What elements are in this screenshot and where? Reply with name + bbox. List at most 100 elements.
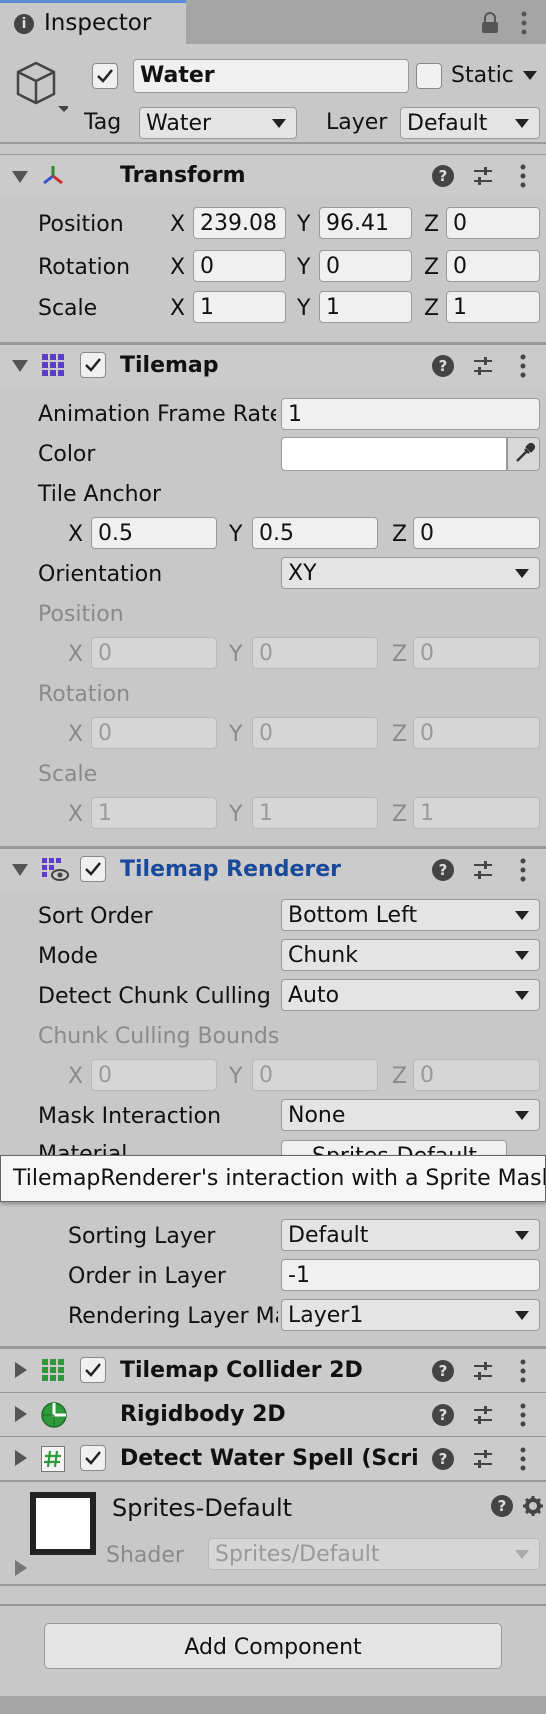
axis-z-label[interactable]: Z	[424, 257, 439, 279]
position-y-field[interactable]: 96.41	[319, 207, 412, 239]
material-thumbnail[interactable]	[30, 1492, 96, 1555]
axis-y-label[interactable]: Y	[297, 214, 310, 236]
component-menu-icon[interactable]	[519, 857, 527, 883]
renderer-enabled-checkbox[interactable]	[80, 856, 106, 882]
bounds-z-field: 0	[413, 1059, 540, 1091]
rotation-z-field[interactable]: 0	[446, 250, 540, 282]
tile-anchor-x-field[interactable]: 0.5	[91, 517, 217, 549]
scale-x-field[interactable]: 1	[193, 291, 286, 323]
axis-x-label[interactable]: X	[170, 298, 185, 320]
help-icon[interactable]: ?	[432, 859, 454, 881]
divider	[0, 1584, 546, 1586]
presets-icon[interactable]	[472, 859, 494, 881]
axis-x-label: X	[68, 802, 84, 827]
eyedropper-icon[interactable]	[507, 437, 540, 471]
axis-y-label[interactable]: Y	[297, 257, 310, 279]
help-icon[interactable]: ?	[491, 1495, 513, 1517]
transform-header[interactable]	[0, 154, 546, 198]
component-title: Detect Water Spell (Script)	[120, 1446, 420, 1471]
presets-icon[interactable]	[472, 1448, 494, 1470]
collider-enabled-checkbox[interactable]	[80, 1357, 106, 1383]
tile-anchor-z-field[interactable]: 0	[413, 517, 540, 549]
position-label: Position	[38, 212, 124, 237]
offset-scale-label: Scale	[38, 762, 98, 787]
offset-rotation-x-field: 0	[91, 717, 217, 749]
axis-y-label[interactable]: Y	[297, 298, 310, 320]
scale-y-field[interactable]: 1	[319, 291, 412, 323]
detect-chunk-culling-dropdown[interactable]: Auto	[281, 979, 540, 1011]
layer-dropdown[interactable]: Default	[400, 107, 540, 139]
mode-label: Mode	[38, 944, 98, 969]
axis-x-label[interactable]: X	[170, 257, 185, 279]
component-menu-icon[interactable]	[519, 353, 527, 379]
script-hash-icon	[41, 1446, 65, 1472]
bounds-y-field: 0	[252, 1059, 378, 1091]
order-in-layer-field[interactable]: -1	[281, 1259, 540, 1291]
material-field[interactable]: Sprites-Default	[281, 1140, 507, 1156]
help-icon[interactable]: ?	[432, 165, 454, 187]
tile-anchor-y-field[interactable]: 0.5	[252, 517, 378, 549]
component-menu-icon[interactable]	[519, 163, 527, 189]
help-icon[interactable]: ?	[432, 1448, 454, 1470]
add-component-button[interactable]: Add Component	[44, 1623, 502, 1669]
help-icon[interactable]: ?	[432, 1360, 454, 1382]
divider	[0, 1604, 546, 1606]
tilemap-grid-icon	[41, 353, 65, 377]
component-title: Rigidbody 2D	[120, 1402, 286, 1427]
axis-y-label: Y	[229, 722, 243, 747]
tilemap-enabled-checkbox[interactable]	[80, 352, 106, 378]
sort-order-label: Sort Order	[38, 904, 153, 929]
orientation-dropdown[interactable]: XY	[281, 557, 540, 589]
sort-order-dropdown[interactable]: Bottom Left	[281, 899, 540, 931]
axis-z-label[interactable]: Z	[424, 214, 439, 236]
rotation-y-field[interactable]: 0	[319, 250, 412, 282]
anim-frame-rate-field[interactable]: 1	[281, 398, 540, 430]
collapse-arrow[interactable]	[12, 360, 28, 372]
expand-arrow[interactable]	[15, 1406, 27, 1422]
rendering-layer-mask-dropdown[interactable]: Layer1	[281, 1299, 540, 1331]
presets-icon[interactable]	[472, 1404, 494, 1426]
rotation-x-field[interactable]: 0	[193, 250, 286, 282]
tab-menu-icon[interactable]	[520, 10, 528, 36]
expand-arrow[interactable]	[15, 1560, 27, 1576]
expand-arrow[interactable]	[15, 1450, 27, 1466]
presets-icon[interactable]	[472, 1360, 494, 1382]
axis-x-label: X	[68, 642, 84, 667]
active-checkbox[interactable]	[92, 63, 118, 89]
presets-icon[interactable]	[472, 355, 494, 377]
tab-inspector[interactable]: i Inspector	[0, 0, 186, 44]
collapse-arrow[interactable]	[12, 171, 28, 183]
tag-dropdown[interactable]: Water	[139, 107, 297, 139]
offset-position-z-field: 0	[413, 637, 540, 669]
help-icon[interactable]: ?	[432, 355, 454, 377]
axis-z-label[interactable]: Z	[392, 524, 407, 546]
gear-icon[interactable]	[522, 1494, 544, 1518]
gameobject-cube-icon[interactable]	[12, 58, 70, 114]
presets-icon[interactable]	[472, 165, 494, 187]
static-checkbox[interactable]	[416, 63, 442, 89]
expand-arrow[interactable]	[15, 1362, 27, 1378]
collapse-arrow[interactable]	[12, 864, 28, 876]
component-menu-icon[interactable]	[519, 1402, 527, 1428]
axis-x-label[interactable]: X	[68, 524, 83, 546]
axis-x-label[interactable]: X	[170, 214, 185, 236]
color-swatch[interactable]	[281, 437, 507, 471]
static-dropdown-arrow[interactable]	[523, 71, 537, 80]
axis-z-label[interactable]: Z	[424, 298, 439, 320]
position-z-field[interactable]: 0	[446, 207, 540, 239]
mask-interaction-dropdown[interactable]: None	[281, 1099, 540, 1131]
lock-icon[interactable]	[480, 12, 500, 34]
help-icon[interactable]: ?	[432, 1404, 454, 1426]
script-enabled-checkbox[interactable]	[80, 1445, 106, 1471]
component-menu-icon[interactable]	[519, 1358, 527, 1384]
component-title: Transform	[120, 163, 246, 188]
mode-dropdown[interactable]: Chunk	[281, 939, 540, 971]
rendering-layer-label-clip: Rendering Layer Mask	[68, 1304, 278, 1332]
rendering-layer-mask-label: Rendering Layer Mask	[68, 1304, 278, 1329]
component-menu-icon[interactable]	[519, 1446, 527, 1472]
sorting-layer-dropdown[interactable]: Default	[281, 1219, 540, 1251]
position-x-field[interactable]: 239.08	[193, 207, 286, 239]
axis-y-label[interactable]: Y	[229, 524, 242, 546]
scale-z-field[interactable]: 1	[446, 291, 540, 323]
object-name-field[interactable]: Water	[133, 59, 409, 93]
